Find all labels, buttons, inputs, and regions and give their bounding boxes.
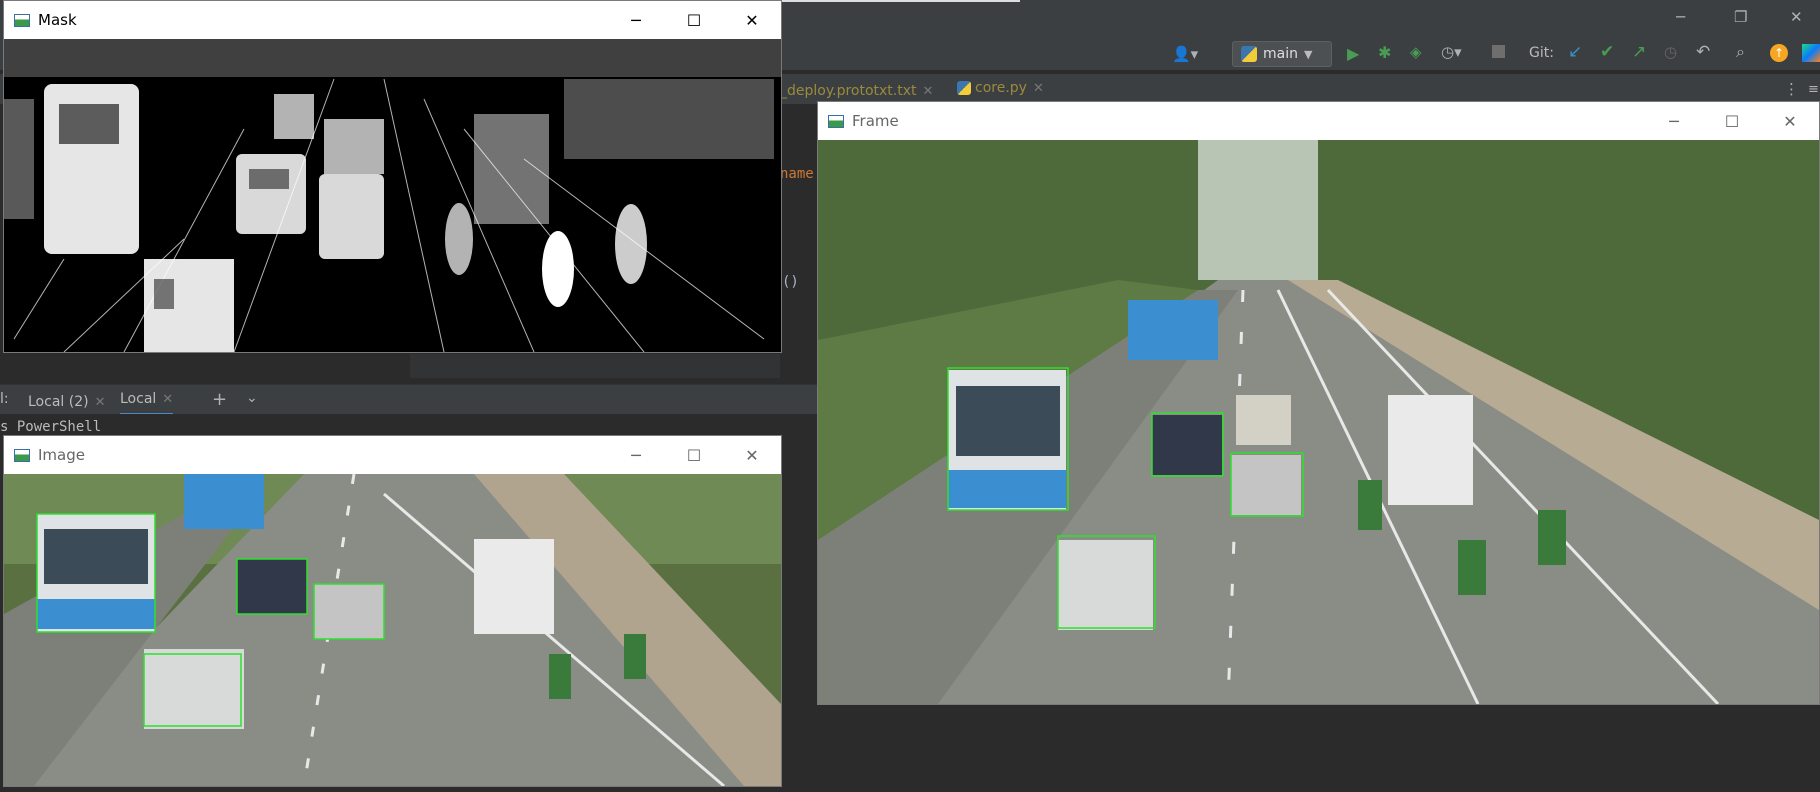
git-commit-icon[interactable]: ✔ xyxy=(1600,42,1614,62)
chevron-down-icon: ▼ xyxy=(1303,47,1313,61)
maximize-button[interactable]: ☐ xyxy=(665,1,723,39)
tab-label: Local xyxy=(120,391,157,407)
traffic-frame xyxy=(818,140,1819,704)
add-terminal-icon[interactable]: + xyxy=(212,389,227,410)
profile-icon[interactable]: ◷▾ xyxy=(1441,43,1462,61)
user-icon[interactable]: 👤▾ xyxy=(1172,45,1198,63)
coverage-icon[interactable]: ◈ xyxy=(1410,43,1422,61)
frame-window[interactable]: Frame ─ ☐ ✕ xyxy=(817,101,1820,705)
window-title: Frame xyxy=(852,112,899,130)
minimize-button[interactable]: ─ xyxy=(607,1,665,39)
close-icon[interactable]: ✕ xyxy=(1033,81,1044,96)
close-button[interactable]: ✕ xyxy=(1761,102,1819,140)
python-icon xyxy=(1241,46,1257,62)
code-fragment: name xyxy=(780,166,814,182)
mask-window[interactable]: Mask ─ ☐ ✕ xyxy=(3,0,782,353)
chevron-down-icon[interactable]: ⌄ xyxy=(246,390,258,406)
window-app-icon xyxy=(14,13,30,27)
frame-title-bar[interactable]: Frame ─ ☐ ✕ xyxy=(818,102,1819,140)
run-icon[interactable]: ▶ xyxy=(1347,44,1359,63)
ide-minimize-button[interactable]: ─ xyxy=(1676,8,1685,26)
rollback-icon[interactable]: ↶ xyxy=(1696,42,1710,62)
search-icon[interactable]: ⌕ xyxy=(1736,42,1745,62)
history-icon[interactable]: ◷ xyxy=(1664,43,1677,61)
jetbrains-icon[interactable] xyxy=(1802,44,1820,62)
editor-scroll-area xyxy=(410,354,780,378)
terminal-tab-local[interactable]: Local ✕ xyxy=(120,391,174,416)
debug-icon[interactable]: ✱ xyxy=(1378,43,1391,62)
terminal-tab-local-2[interactable]: Local (2) ✕ xyxy=(28,391,105,410)
maximize-button[interactable]: ☐ xyxy=(1703,102,1761,140)
stop-icon[interactable] xyxy=(1492,45,1505,58)
minimize-button[interactable]: ─ xyxy=(1645,102,1703,140)
close-icon[interactable]: ✕ xyxy=(95,395,106,410)
window-app-icon xyxy=(828,114,844,128)
editor-tab-prototxt[interactable]: _deploy.prototxt.txt ✕ xyxy=(780,80,933,99)
close-icon[interactable]: ✕ xyxy=(162,392,173,407)
git-update-icon[interactable]: ↙ xyxy=(1568,42,1582,62)
window-app-icon xyxy=(14,448,30,462)
window-title: Image xyxy=(38,446,85,464)
terminal-output: s PowerShell xyxy=(0,419,102,435)
run-config-selector[interactable]: main ▼ xyxy=(1232,41,1332,67)
maximize-button[interactable]: ☐ xyxy=(665,436,723,474)
python-file-icon xyxy=(957,81,971,95)
ide-restore-button[interactable]: ❐ xyxy=(1734,8,1747,26)
git-label: Git: xyxy=(1529,45,1554,61)
tab-label: core.py xyxy=(975,80,1027,96)
git-push-icon[interactable]: ↗ xyxy=(1632,42,1646,62)
image-title-bar[interactable]: Image ─ ☐ ✕ xyxy=(4,436,781,474)
mask-image xyxy=(4,39,781,352)
terminal-prefix: l: xyxy=(0,391,9,407)
ide-close-button[interactable]: ✕ xyxy=(1790,8,1803,26)
traffic-image xyxy=(4,474,781,786)
close-icon[interactable]: ✕ xyxy=(923,84,934,99)
editor-tab-core[interactable]: core.py ✕ xyxy=(957,80,1044,96)
database-icon[interactable]: ≡ xyxy=(1808,82,1819,97)
run-config-label: main xyxy=(1263,46,1298,62)
window-title: Mask xyxy=(38,11,77,29)
image-window[interactable]: Image ─ ☐ ✕ xyxy=(3,435,782,787)
code-fragment: () xyxy=(782,274,799,290)
mask-title-bar[interactable]: Mask ─ ☐ ✕ xyxy=(4,1,781,39)
update-icon[interactable]: ↑ xyxy=(1770,44,1788,62)
close-button[interactable]: ✕ xyxy=(723,436,781,474)
tab-label: _deploy.prototxt.txt xyxy=(780,83,917,99)
more-options-icon[interactable]: ⋮ xyxy=(1784,80,1799,98)
tab-label: Local (2) xyxy=(28,394,89,410)
title-bar-highlight xyxy=(780,0,1020,2)
minimize-button[interactable]: ─ xyxy=(607,436,665,474)
close-button[interactable]: ✕ xyxy=(723,1,781,39)
